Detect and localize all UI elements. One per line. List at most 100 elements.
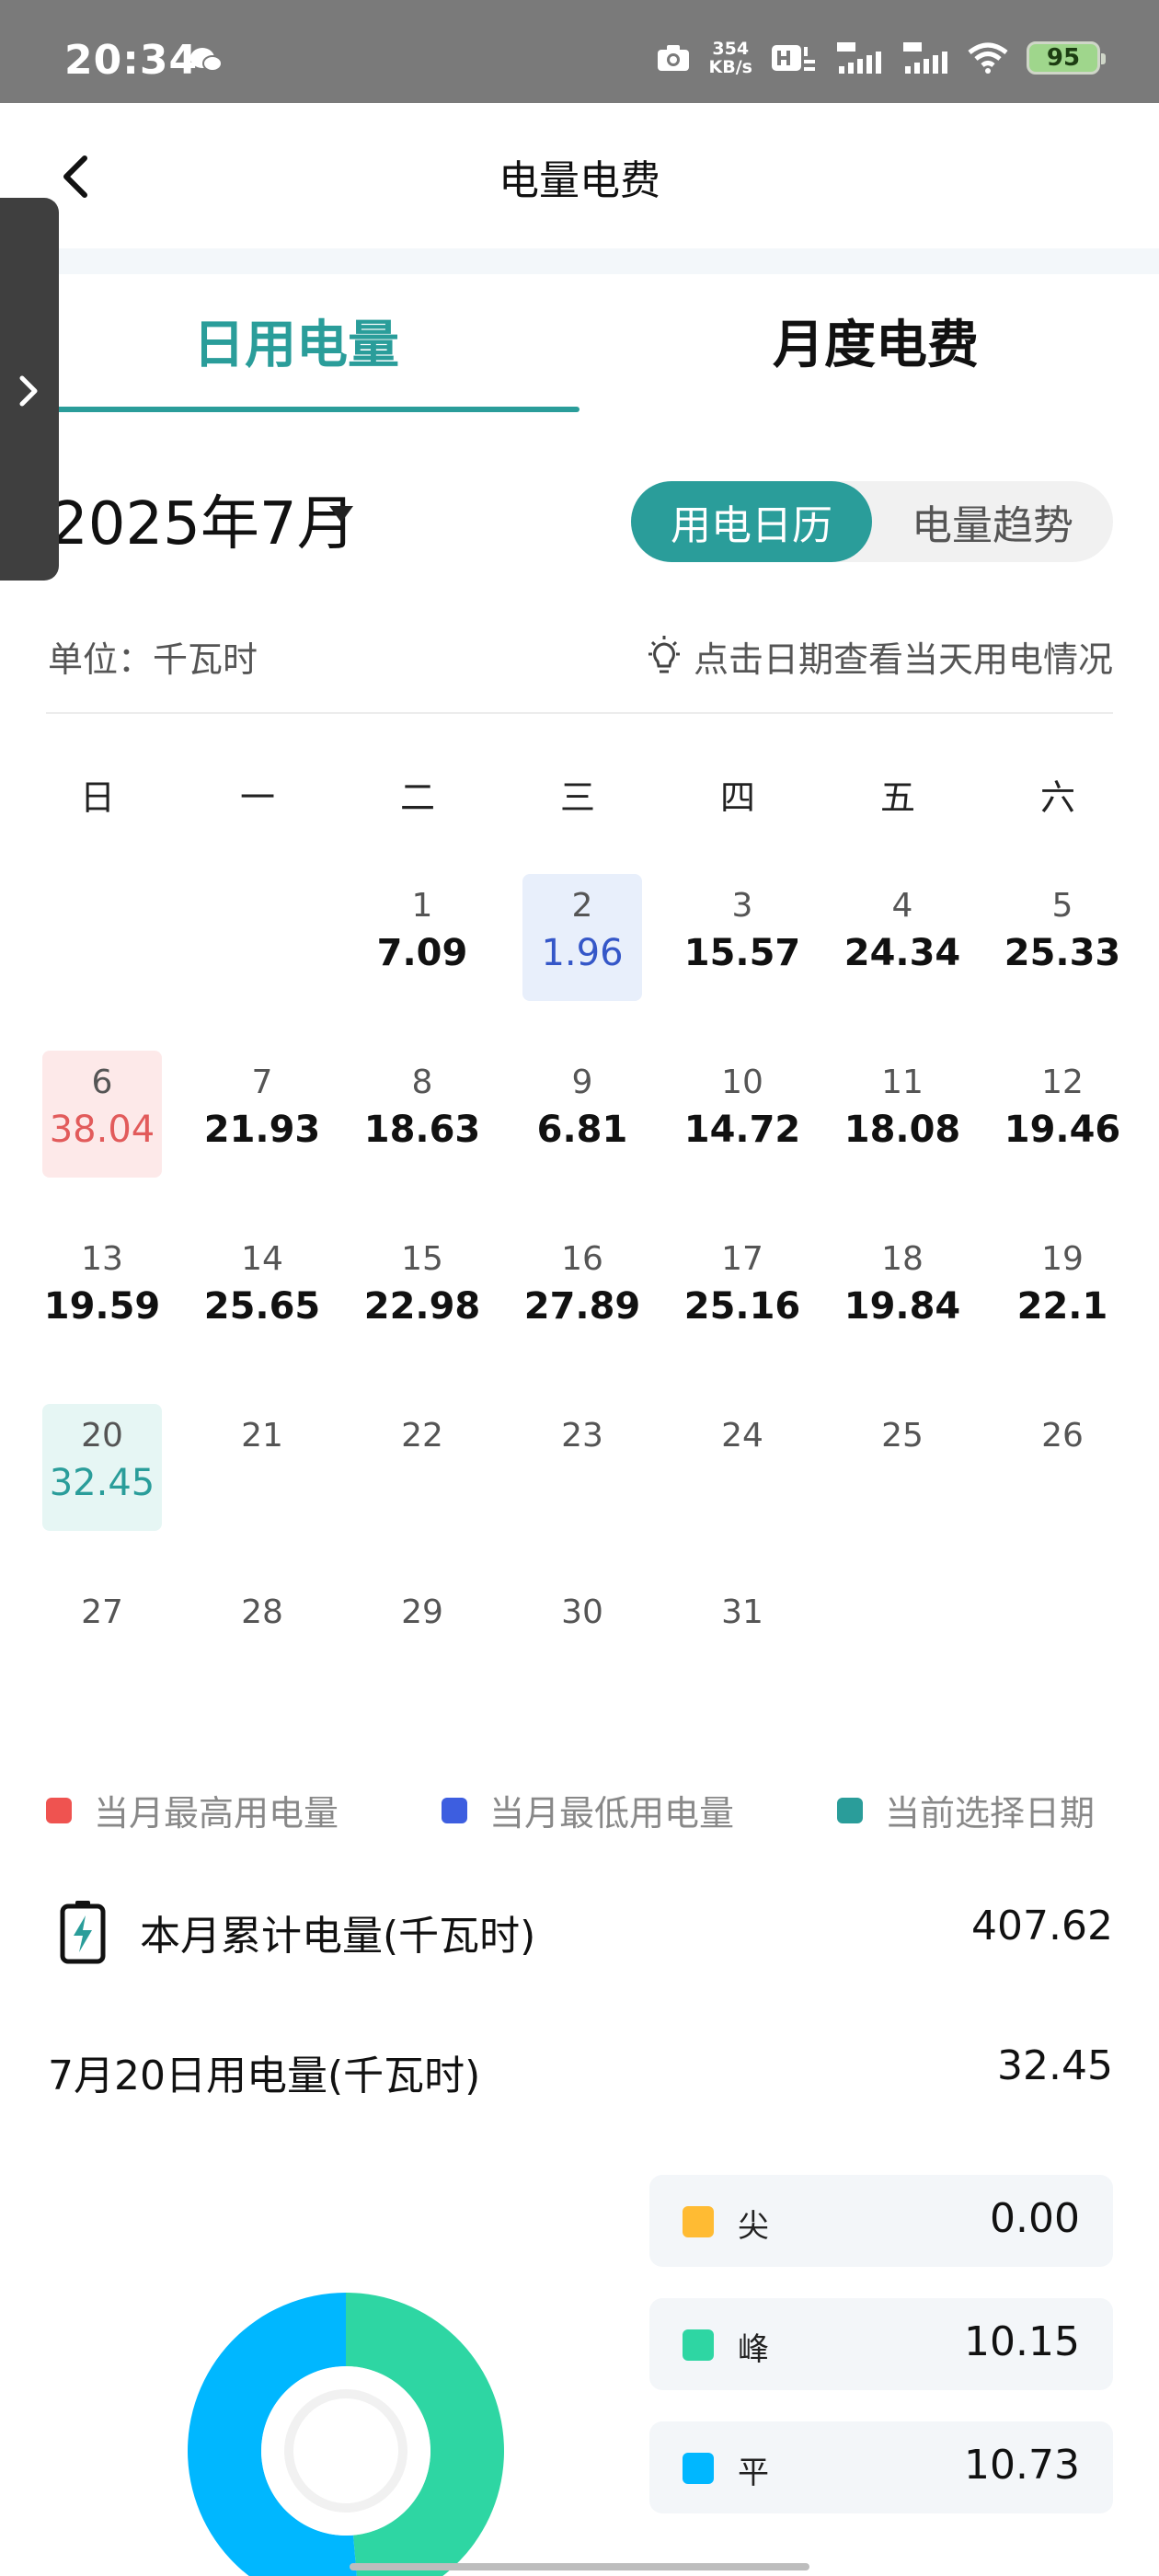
calendar-day-usage: 38.04	[49, 1109, 155, 1151]
calendar-day[interactable]: 25	[843, 1404, 962, 1531]
calendar-day[interactable]: 18 19.84	[843, 1227, 962, 1354]
calendar-day[interactable]: 21	[202, 1404, 322, 1531]
calendar-day-number: 14	[241, 1240, 283, 1278]
calendar-day-usage: 32.45	[49, 1462, 155, 1504]
calendar-day[interactable]: 10 14.72	[683, 1051, 802, 1178]
camera-icon	[657, 45, 689, 71]
calendar-day[interactable]: 5 25.33	[1003, 874, 1122, 1001]
selected-day-label: 7月20日用电量(千瓦时)	[48, 2053, 481, 2099]
breakdown-label-peak: 峰	[738, 2331, 769, 2368]
calendar-day-usage: 25.16	[683, 1285, 801, 1328]
calendar-day[interactable]: 27	[42, 1581, 162, 1708]
calendar-day-number: 17	[721, 1240, 763, 1278]
breakdown-label-flat: 平	[738, 2455, 769, 2491]
weekday-label: 六	[1039, 777, 1075, 818]
monthly-total-value: 407.62	[971, 1903, 1113, 1949]
calendar-day-usage: 7.09	[376, 932, 468, 974]
legend-min: 当月最低用电量	[442, 1785, 734, 1835]
calendar-day-usage: 15.57	[683, 932, 801, 974]
calendar-day[interactable]: 14 25.65	[202, 1227, 322, 1354]
calendar-day[interactable]: 24	[683, 1404, 802, 1531]
caret-down-icon[interactable]	[327, 504, 355, 524]
monthly-total-label: 本月累计电量(千瓦时)	[140, 1913, 536, 1960]
calendar-day[interactable]: 13 19.59	[42, 1227, 162, 1354]
toggle-trend-view[interactable]: 电量趋势	[872, 481, 1113, 562]
wifi-icon	[968, 42, 1008, 74]
signal-5g-icon	[837, 42, 881, 74]
calendar-day[interactable]: 2 1.96	[522, 874, 642, 1001]
selected-day-value: 32.45	[997, 2042, 1113, 2089]
calendar-day[interactable]: 31	[683, 1581, 802, 1708]
calendar-day-number: 9	[571, 1064, 593, 1101]
calendar-day-number: 10	[721, 1064, 763, 1101]
status-time: 20:34	[64, 37, 199, 84]
calendar-day[interactable]: 3 15.57	[683, 874, 802, 1001]
breakdown-value-flat: 10.73	[964, 2442, 1080, 2489]
breakdown-value-peak: 10.15	[964, 2318, 1080, 2365]
breakdown-swatch-peak	[683, 2329, 714, 2361]
calendar-day-usage: 18.63	[363, 1109, 481, 1151]
calendar-day-number: 1	[411, 887, 433, 925]
calendar-day[interactable]: 26	[1003, 1404, 1122, 1531]
calendar-day[interactable]: 11 18.08	[843, 1051, 962, 1178]
calendar-day-number: 26	[1041, 1417, 1084, 1455]
calendar-day[interactable]: 29	[362, 1581, 482, 1708]
legend-selected-label: 当前选择日期	[885, 1793, 1096, 1834]
tab-daily-usage[interactable]: 日用电量	[193, 304, 399, 378]
weekday-label: 五	[879, 777, 915, 818]
status-indicators: 354 KB/s 95	[656, 35, 1106, 81]
calendar-day-usage: 18.08	[843, 1109, 961, 1151]
calendar-day[interactable]: 1 7.09	[362, 874, 482, 1001]
calendar-day[interactable]: 7 21.93	[202, 1051, 322, 1178]
calendar-day-number: 27	[81, 1593, 123, 1631]
calendar-day[interactable]: 16 27.89	[522, 1227, 642, 1354]
chevron-right-icon	[19, 375, 38, 407]
calendar-day-usage: 6.81	[536, 1109, 628, 1151]
calendar-day[interactable]: 23	[522, 1404, 642, 1531]
calendar-day[interactable]: 19 22.1	[1003, 1227, 1122, 1354]
toggle-calendar-view[interactable]: 用电日历	[631, 481, 872, 562]
battery-indicator: 95	[1027, 41, 1106, 75]
breakdown-value-sharp: 0.00	[990, 2195, 1080, 2242]
calendar-day-number: 31	[721, 1593, 763, 1631]
calendar-day[interactable]: 9 6.81	[522, 1051, 642, 1178]
breakdown-label-sharp: 尖	[738, 2208, 769, 2245]
weekday-label: 四	[719, 777, 755, 818]
calendar-day[interactable]: 12 19.46	[1003, 1051, 1122, 1178]
calendar-day-usage: 19.46	[1004, 1109, 1121, 1151]
calendar-day-usage: 21.93	[203, 1109, 321, 1151]
status-bar: 20:34 354 KB/s 95	[0, 0, 1159, 103]
calendar-day[interactable]: 17 25.16	[683, 1227, 802, 1354]
calendar-day-number: 2	[571, 887, 593, 925]
hd-voice-icon	[772, 45, 815, 71]
calendar-day[interactable]: 15 22.98	[362, 1227, 482, 1354]
calendar-day-usage: 27.89	[523, 1285, 641, 1328]
network-speed: 354 KB/s	[709, 40, 752, 76]
weekday-label: 三	[559, 777, 595, 818]
calendar-day[interactable]: 28	[202, 1581, 322, 1708]
month-selector[interactable]: 2025年7月	[51, 477, 356, 561]
calendar-day-number: 23	[561, 1417, 603, 1455]
calendar-day-number: 7	[251, 1064, 273, 1101]
legend-min-label: 当月最低用电量	[489, 1793, 735, 1834]
calendar-day[interactable]: 22	[362, 1404, 482, 1531]
calendar-day[interactable]: 30	[522, 1581, 642, 1708]
calendar-day[interactable]: 6 38.04	[42, 1051, 162, 1178]
calendar-day[interactable]: 8 18.63	[362, 1051, 482, 1178]
calendar-day-usage: 22.1	[1016, 1285, 1108, 1328]
legend-max-label: 当月最高用电量	[94, 1793, 339, 1834]
weekday-label: 一	[239, 777, 275, 818]
side-drawer-handle[interactable]	[0, 198, 59, 581]
calendar-day-number: 6	[91, 1064, 113, 1101]
legend-min-swatch	[442, 1797, 467, 1823]
unit-label: 单位：千瓦时	[48, 639, 258, 680]
battery-charge-icon	[60, 1901, 106, 1964]
calendar-day[interactable]: 20 32.45	[42, 1404, 162, 1531]
home-indicator[interactable]	[350, 2563, 809, 2570]
calendar-day-number: 20	[81, 1417, 123, 1455]
calendar-day-number: 30	[561, 1593, 603, 1631]
tab-monthly-bill[interactable]: 月度电费	[773, 304, 979, 378]
unit-divider	[46, 712, 1113, 714]
calendar-day[interactable]: 4 24.34	[843, 874, 962, 1001]
breakdown-swatch-flat	[683, 2453, 714, 2484]
